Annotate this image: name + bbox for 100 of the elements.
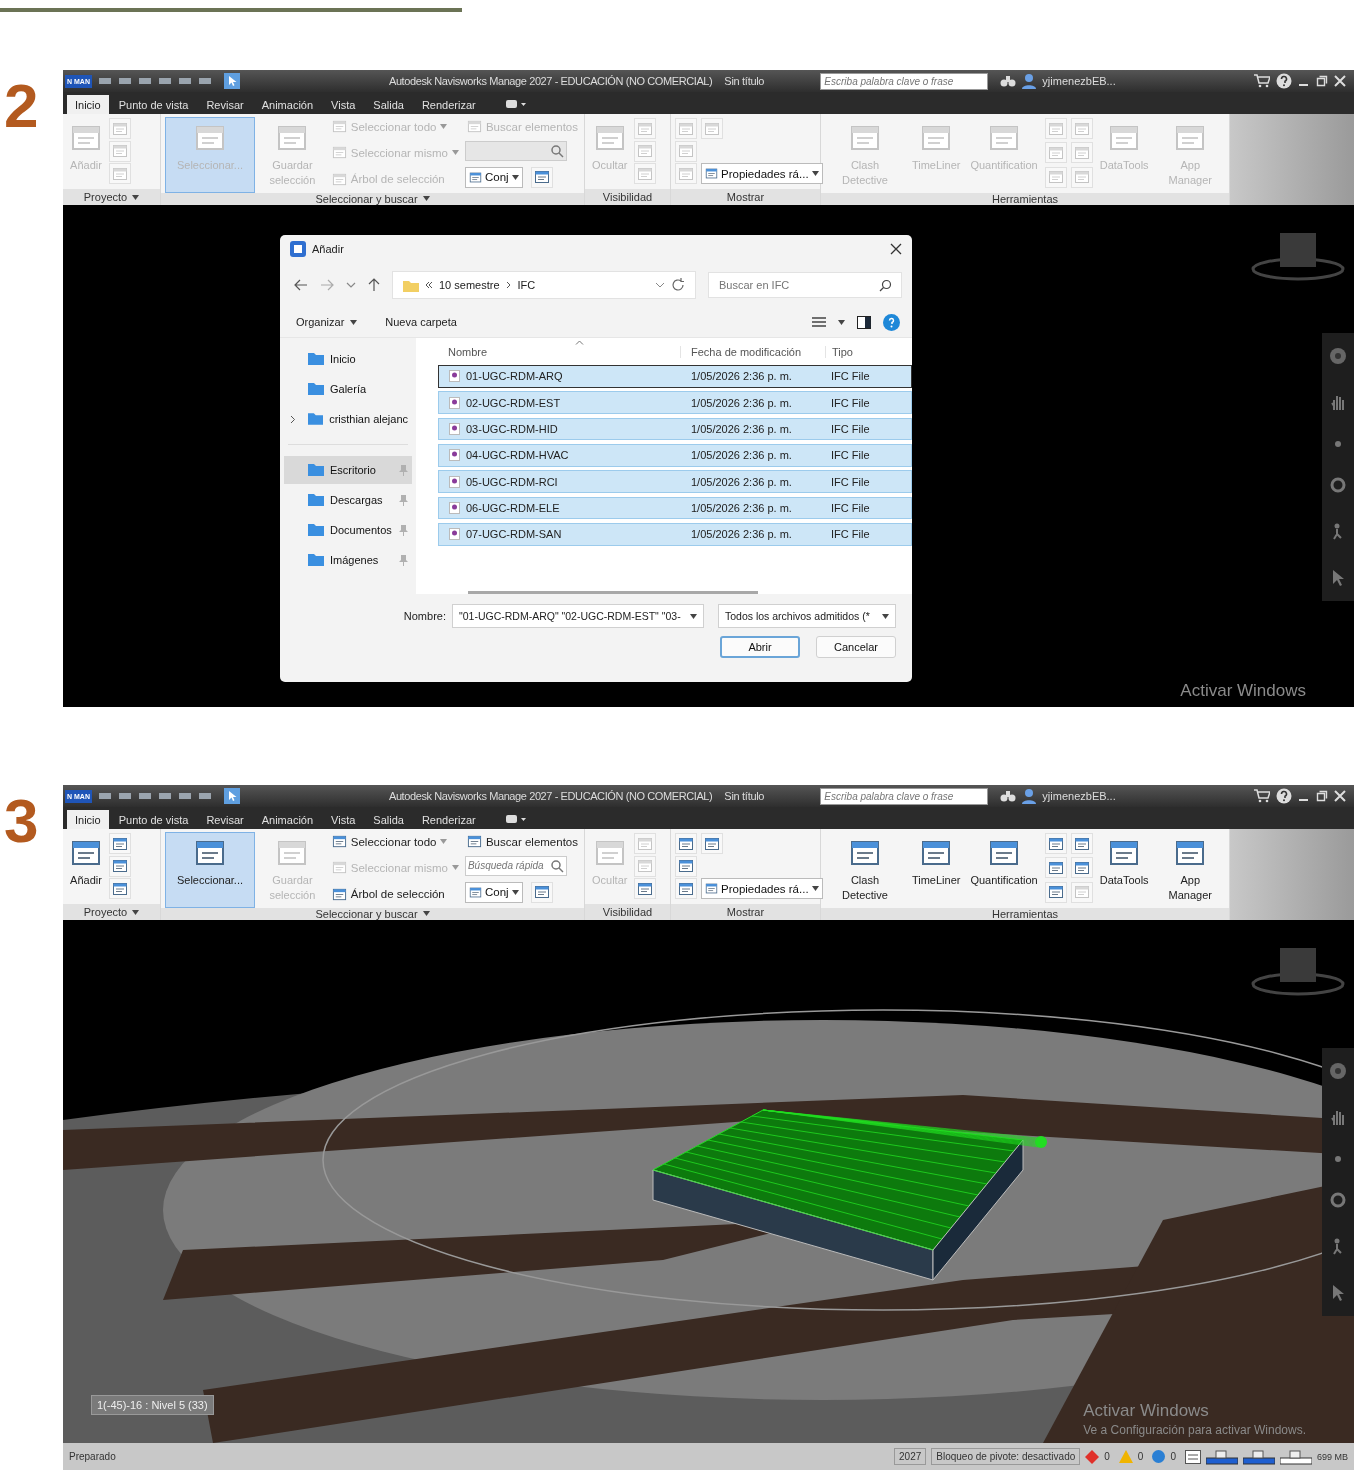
- column-header[interactable]: Tipo: [825, 345, 912, 358]
- quick-access-icon[interactable]: [117, 790, 132, 802]
- sidebar-item[interactable]: Escritorio: [284, 456, 412, 484]
- file-row[interactable]: 04-UGC-RDM-HVAC 1/05/2026 2:36 p. m. IFC File: [438, 444, 912, 467]
- user-icon[interactable]: [1022, 73, 1037, 89]
- quick-search-field[interactable]: Búsqueda rápida: [464, 855, 567, 876]
- sidebar-item[interactable]: Galería: [284, 375, 412, 403]
- preview-pane-icon[interactable]: [857, 315, 871, 329]
- close-icon[interactable]: [890, 243, 902, 255]
- list-view-icon[interactable]: [812, 316, 826, 328]
- status-field[interactable]: 2027: [894, 1448, 927, 1465]
- quick-access-icon[interactable]: [197, 790, 212, 802]
- toolbar-icon-button[interactable]: [530, 881, 553, 903]
- quick-access-icon[interactable]: [157, 75, 172, 87]
- toolbar-icon-button[interactable]: [109, 855, 131, 877]
- file-row[interactable]: 06-UGC-RDM-ELE 1/05/2026 2:36 p. m. IFC File: [438, 496, 912, 520]
- panel-title[interactable]: Mostrar: [671, 189, 820, 205]
- ribbon-tab[interactable]: Animación: [253, 810, 322, 829]
- ribbon-tab[interactable]: Revisar: [198, 95, 252, 114]
- quick-access-icon[interactable]: [157, 790, 172, 802]
- binoculars-icon[interactable]: [1000, 74, 1017, 88]
- back-arrow-icon[interactable]: [294, 279, 308, 291]
- dot-icon[interactable]: [1334, 439, 1342, 448]
- scrollbar[interactable]: [468, 591, 758, 595]
- panel-title[interactable]: Proyecto: [63, 904, 160, 920]
- dialog-button[interactable]: Cancelar: [816, 636, 896, 658]
- toolbar-icon-button[interactable]: [701, 833, 723, 854]
- chevron-down-icon[interactable]: [346, 281, 356, 289]
- panel-title[interactable]: Seleccionar y buscar: [161, 907, 584, 920]
- info-icon[interactable]: [1152, 1450, 1166, 1463]
- dropdown[interactable]: Conj: [464, 881, 523, 903]
- orbit-icon[interactable]: [1329, 1191, 1347, 1210]
- ribbon-button[interactable]: Añadir: [67, 832, 105, 904]
- dot-icon[interactable]: [1334, 1154, 1342, 1163]
- up-arrow-icon[interactable]: [368, 278, 380, 292]
- orbit-icon[interactable]: [1329, 476, 1347, 495]
- toolbar-icon-button[interactable]: [634, 878, 657, 899]
- help-icon[interactable]: [1276, 73, 1292, 89]
- dropdown[interactable]: Propiedades rá...: [701, 878, 823, 899]
- panel-title[interactable]: Herramientas: [821, 192, 1229, 205]
- panel-title[interactable]: Visibilidad: [585, 189, 670, 205]
- restore-icon[interactable]: [1316, 75, 1328, 87]
- camera-icon[interactable]: [505, 99, 526, 109]
- quick-search-field[interactable]: [464, 140, 567, 161]
- error-icon[interactable]: [1085, 1449, 1100, 1464]
- file-row[interactable]: 02-UGC-RDM-EST 1/05/2026 2:36 p. m. IFC File: [438, 391, 912, 415]
- panel-title[interactable]: Mostrar: [671, 904, 820, 920]
- user-name[interactable]: yjimenezbEB...: [1042, 75, 1116, 87]
- sidebar-item[interactable]: Descargas: [284, 486, 412, 514]
- toolbar-icon-button[interactable]: [1044, 857, 1067, 879]
- camera-icon[interactable]: [505, 814, 526, 824]
- toolbar-icon-button[interactable]: [675, 878, 697, 899]
- toolbar-icon-button[interactable]: [1044, 833, 1067, 854]
- toolbar-button[interactable]: Organizar: [296, 316, 358, 328]
- hand-icon[interactable]: [1329, 1108, 1347, 1127]
- user-name[interactable]: yjimenezbEB...: [1042, 790, 1116, 802]
- panel-title[interactable]: Visibilidad: [585, 904, 670, 920]
- quick-access-icon[interactable]: [97, 75, 112, 87]
- ribbon-tab[interactable]: Renderizar: [413, 95, 484, 114]
- binoculars-icon[interactable]: [1000, 789, 1017, 803]
- ribbon-button[interactable]: Buscar elementos: [464, 833, 580, 850]
- search-field[interactable]: Escriba palabra clave o frase: [820, 787, 989, 805]
- quick-access-icon[interactable]: [197, 75, 212, 87]
- ribbon-tab[interactable]: Salida: [365, 810, 412, 829]
- toolbar-icon-button[interactable]: [109, 833, 131, 854]
- file-row[interactable]: 07-UGC-RDM-SAN 1/05/2026 2:36 p. m. IFC File: [438, 523, 912, 546]
- user-icon[interactable]: [1022, 788, 1037, 804]
- toolbar-icon-button[interactable]: [675, 833, 697, 854]
- sidebar-item[interactable]: cristhian alejanc: [284, 405, 412, 433]
- wheel-icon[interactable]: [1329, 347, 1347, 366]
- toolbar-icon-button[interactable]: [109, 878, 131, 899]
- help-icon[interactable]: [1276, 788, 1292, 804]
- sidebar-item[interactable]: Inicio: [284, 345, 412, 373]
- ribbon-tab[interactable]: Vista: [323, 810, 364, 829]
- file-name-field[interactable]: "01-UGC-RDM-ARQ" "02-UGC-RDM-EST" "03-: [452, 604, 704, 628]
- ribbon-button[interactable]: App Manager: [1155, 832, 1225, 908]
- panel-title[interactable]: Seleccionar y buscar: [161, 192, 584, 205]
- ribbon-tab[interactable]: Inicio: [67, 810, 109, 829]
- quick-access-icon[interactable]: [137, 790, 152, 802]
- ribbon-tab[interactable]: Renderizar: [413, 810, 484, 829]
- ribbon-button[interactable]: Seleccionar todo: [329, 833, 461, 850]
- ribbon-button[interactable]: TimeLiner: [908, 832, 964, 908]
- cursor-icon[interactable]: [223, 73, 240, 89]
- ribbon-tab[interactable]: Revisar: [198, 810, 252, 829]
- cart-icon[interactable]: [1254, 74, 1270, 88]
- ribbon-button[interactable]: Seleccionar...: [165, 832, 255, 908]
- address-bar[interactable]: 10 semestre IFC: [392, 271, 696, 299]
- toolbar-icon-button[interactable]: [530, 166, 553, 188]
- hand-icon[interactable]: [1329, 393, 1347, 412]
- toolbar-button[interactable]: Nueva carpeta: [385, 316, 457, 328]
- panel-title[interactable]: Herramientas: [821, 907, 1229, 920]
- ribbon-button[interactable]: DataTools: [1096, 832, 1152, 908]
- refresh-icon[interactable]: [671, 278, 685, 292]
- column-header[interactable]: Nombre: [438, 345, 680, 358]
- sidebar-item[interactable]: Imágenes: [284, 546, 412, 574]
- list-icon[interactable]: [1184, 1449, 1201, 1464]
- ribbon-button[interactable]: Árbol de selección: [329, 885, 461, 903]
- chevron-down-icon[interactable]: [655, 281, 665, 289]
- dialog-button[interactable]: Abrir: [720, 636, 800, 658]
- ribbon-tab[interactable]: Animación: [253, 95, 322, 114]
